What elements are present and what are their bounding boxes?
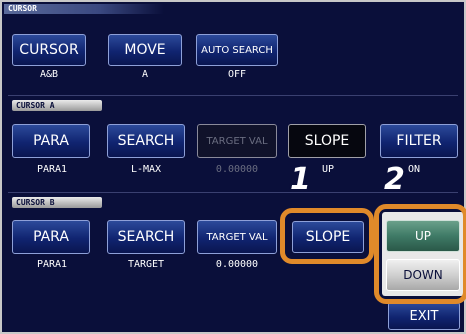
cursor-b-target-val-button[interactable]: TARGET VAL — [197, 220, 277, 254]
popup-highlight — [374, 204, 466, 304]
divider — [8, 95, 458, 96]
cursor-button[interactable]: CURSOR — [12, 34, 86, 66]
move-value: A — [141, 69, 149, 80]
move-button[interactable]: MOVE — [108, 34, 182, 66]
exit-button[interactable]: EXIT — [388, 302, 460, 330]
slope-highlight — [280, 208, 374, 264]
cursor-b-search-button[interactable]: SEARCH — [107, 220, 185, 254]
cursor-a-search-value: L-MAX — [130, 164, 162, 175]
cursor-b-para-button[interactable]: PARA — [12, 220, 90, 254]
cursor-b-search-value: TARGET — [127, 259, 165, 270]
auto-search-button[interactable]: AUTO SEARCH — [196, 34, 278, 66]
cursor-a-filter-button[interactable]: FILTER — [380, 124, 458, 158]
step-2-callout: 2 — [384, 162, 405, 197]
cursor-settings-screen: CURSOR CURSOR A&B MOVE A AUTO SEARCH OFF… — [0, 0, 466, 334]
cursor-mode-value: A&B — [39, 69, 59, 80]
cursor-b-target-val-value: 0.00000 — [215, 259, 259, 270]
cursor-a-target-val-button[interactable]: TARGET VAL — [197, 124, 277, 158]
cursor-a-search-button[interactable]: SEARCH — [107, 124, 185, 158]
cursor-a-slope-button[interactable]: SLOPE — [288, 124, 366, 158]
step-1-callout: 1 — [290, 162, 311, 197]
cursor-a-header: CURSOR A — [12, 100, 102, 111]
screen-title: CURSOR — [4, 4, 164, 14]
auto-search-value: OFF — [227, 69, 247, 80]
cursor-b-header: CURSOR B — [12, 197, 102, 208]
cursor-a-para-value: PARA1 — [36, 164, 68, 175]
cursor-a-para-button[interactable]: PARA — [12, 124, 90, 158]
cursor-b-para-value: PARA1 — [36, 259, 68, 270]
cursor-a-target-val-value: 0.00000 — [215, 164, 259, 175]
